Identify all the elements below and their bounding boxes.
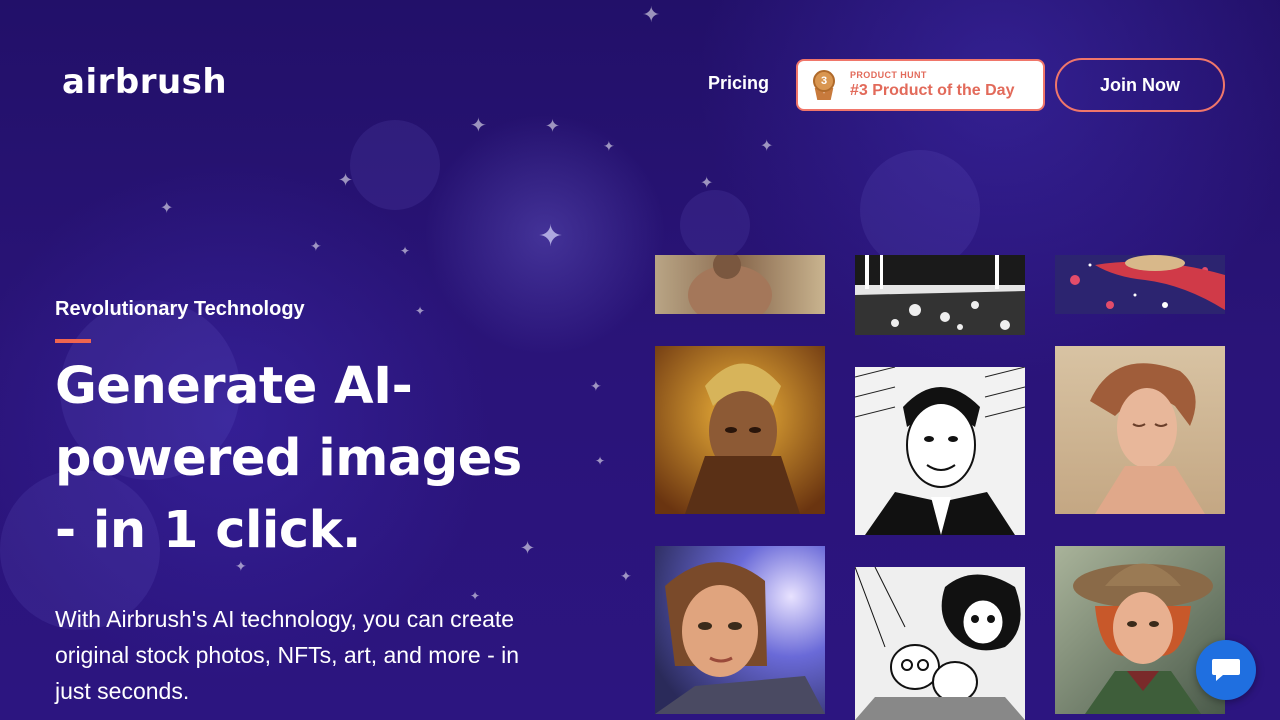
product-hunt-label: PRODUCT HUNT bbox=[850, 70, 927, 80]
hero-eyebrow: Revolutionary Technology bbox=[55, 298, 305, 320]
hero-section: Revolutionary Technology Generate AI-pow… bbox=[55, 298, 575, 709]
accent-divider bbox=[55, 339, 91, 343]
gallery-image-game-heroine bbox=[655, 546, 825, 714]
gallery-image-manga-kids bbox=[855, 567, 1025, 720]
nav-pricing-link[interactable]: Pricing bbox=[708, 73, 769, 94]
gallery-image-ink-man bbox=[855, 367, 1025, 535]
gallery-image-ink-street bbox=[855, 255, 1025, 335]
gallery-image-woman-hat bbox=[1055, 546, 1225, 714]
gallery-image-cosmic-hand bbox=[1055, 255, 1225, 314]
product-hunt-badge[interactable]: 3 PRODUCT HUNT #3 Product of the Day bbox=[796, 59, 1045, 111]
product-hunt-rank-text: #3 Product of the Day bbox=[850, 82, 1015, 99]
airbrush-logo[interactable]: airbrush bbox=[62, 62, 227, 102]
chat-button[interactable] bbox=[1196, 640, 1256, 700]
image-gallery bbox=[655, 255, 1225, 720]
chat-bubble-icon bbox=[1212, 659, 1240, 681]
gallery-image-woman-updo bbox=[1055, 346, 1225, 514]
medal-rank: 3 bbox=[813, 70, 835, 92]
join-now-button[interactable]: Join Now bbox=[1055, 58, 1225, 112]
site-header: airbrush Pricing 3 PRODUCT HUNT #3 Produ… bbox=[0, 0, 1280, 170]
hero-subtext: With Airbrush's AI technology, you can c… bbox=[55, 606, 520, 704]
gallery-image-portrait-shoulder bbox=[655, 255, 825, 314]
gallery-image-golden-warrior bbox=[655, 346, 825, 514]
medal-icon: 3 bbox=[812, 70, 836, 100]
hero-headline: Generate AI-powered images - in 1 click. bbox=[55, 357, 522, 560]
